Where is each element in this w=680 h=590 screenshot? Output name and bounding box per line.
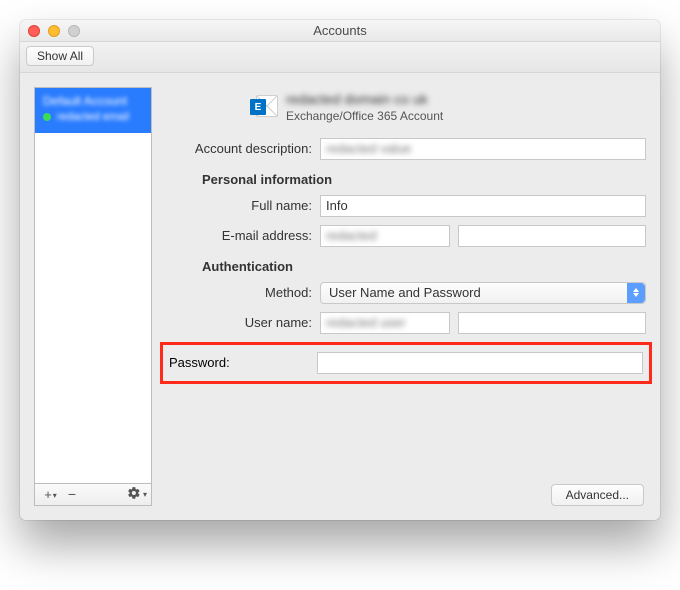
user-name-extra-field[interactable] xyxy=(458,312,646,334)
add-remove-group: +▾ − xyxy=(39,487,83,501)
sidebar-footer: +▾ − ▾ xyxy=(34,484,152,506)
label-full-name: Full name: xyxy=(166,198,320,213)
row-method: Method: User Name and Password xyxy=(166,282,646,304)
close-window-button[interactable] xyxy=(28,25,40,37)
titlebar: Accounts xyxy=(20,20,660,42)
status-dot-icon xyxy=(43,113,51,121)
chevron-down-icon: ▾ xyxy=(143,490,147,499)
account-header-title: redacted domain co uk xyxy=(286,91,443,109)
section-authentication: Authentication xyxy=(166,259,646,274)
email-local-field[interactable]: redacted xyxy=(320,225,450,247)
label-user-name: User name: xyxy=(166,315,320,330)
select-stepper-icon xyxy=(627,283,645,303)
accounts-window: Accounts Show All Default Account redact… xyxy=(20,20,660,520)
advanced-button[interactable]: Advanced... xyxy=(551,484,644,506)
toolbar: Show All xyxy=(20,42,660,73)
account-header-subtitle: Exchange/Office 365 Account xyxy=(286,109,443,124)
username-split: redacted user xyxy=(320,312,646,334)
window-title: Accounts xyxy=(313,23,366,38)
detail-pane: E redacted domain co uk Exchange/Office … xyxy=(166,87,646,506)
account-item-title: Default Account xyxy=(43,94,143,108)
exchange-icon: E xyxy=(250,93,278,121)
row-account-description: Account description: redacted value xyxy=(166,138,646,160)
minimize-window-button[interactable] xyxy=(48,25,60,37)
maximize-window-button xyxy=(68,25,80,37)
traffic-lights xyxy=(28,25,80,37)
full-name-field[interactable] xyxy=(320,195,646,217)
password-field[interactable] xyxy=(317,352,643,374)
label-authentication: Authentication xyxy=(202,259,293,274)
settings-menu-button[interactable]: ▾ xyxy=(127,486,147,503)
label-password: Password: xyxy=(169,355,317,370)
email-split: redacted xyxy=(320,225,646,247)
account-list-item[interactable]: Default Account redacted email xyxy=(35,88,151,133)
label-method: Method: xyxy=(166,285,320,300)
email-domain-field[interactable] xyxy=(458,225,646,247)
show-all-button[interactable]: Show All xyxy=(26,46,94,66)
row-password-highlight: Password: xyxy=(160,342,652,384)
method-select-wrap: User Name and Password xyxy=(320,282,646,304)
row-user-name: User name: redacted user xyxy=(166,312,646,334)
add-account-button[interactable]: +▾ xyxy=(39,487,61,501)
chevron-down-icon: ▾ xyxy=(53,491,57,500)
content: Default Account redacted email +▾ − xyxy=(20,73,660,520)
exchange-badge-icon: E xyxy=(250,99,266,115)
account-header: E redacted domain co uk Exchange/Office … xyxy=(250,91,646,124)
account-form: Account description: redacted value Pers… xyxy=(166,138,646,506)
section-personal-information: Personal information xyxy=(166,172,646,187)
account-list: Default Account redacted email xyxy=(34,87,152,484)
label-personal-information: Personal information xyxy=(202,172,332,187)
label-email: E-mail address: xyxy=(166,228,320,243)
remove-account-button[interactable]: − xyxy=(61,487,83,501)
label-account-description: Account description: xyxy=(166,141,320,156)
sidebar: Default Account redacted email +▾ − xyxy=(34,87,152,506)
method-select[interactable]: User Name and Password xyxy=(320,282,646,304)
row-email: E-mail address: redacted xyxy=(166,225,646,247)
account-item-subtitle: redacted email xyxy=(57,111,129,123)
account-header-text: redacted domain co uk Exchange/Office 36… xyxy=(286,91,443,124)
account-description-field[interactable]: redacted value xyxy=(320,138,646,160)
row-full-name: Full name: xyxy=(166,195,646,217)
account-item-sub: redacted email xyxy=(43,111,143,123)
detail-footer: Advanced... xyxy=(166,484,646,506)
method-select-value: User Name and Password xyxy=(329,285,481,300)
user-name-field[interactable]: redacted user xyxy=(320,312,450,334)
gear-icon xyxy=(127,486,141,503)
